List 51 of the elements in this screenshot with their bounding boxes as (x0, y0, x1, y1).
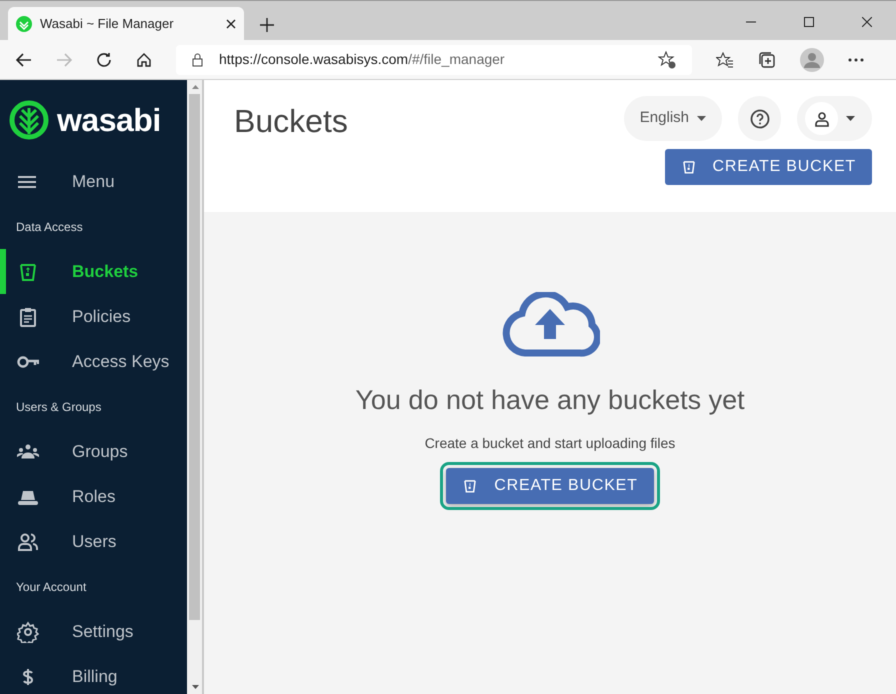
page-title: Buckets (234, 102, 348, 140)
create-bucket-button[interactable]: CREATE BUCKET (446, 468, 654, 504)
new-tab-icon[interactable] (260, 18, 274, 32)
url-host: https://console.wasabisys.com (219, 51, 408, 67)
bucket-icon (680, 158, 697, 176)
sidebar-item[interactable]: Roles (0, 474, 187, 519)
sidebar-item[interactable]: Buckets (0, 249, 187, 294)
create-bucket-button[interactable]: CREATE BUCKET (664, 149, 872, 185)
home-icon[interactable] (136, 52, 152, 68)
close-tab-icon[interactable] (226, 18, 236, 28)
add-favorite-icon[interactable] (658, 50, 676, 68)
section-heading: Data Access (15, 218, 84, 236)
menu-toggle[interactable]: Menu (0, 160, 187, 204)
close-window-icon[interactable] (862, 17, 872, 27)
sidebar-item[interactable]: Policies (0, 294, 187, 339)
empty-state-text: Create a bucket and start uploading files (424, 434, 676, 453)
url-path: /#/file_manager (408, 51, 505, 67)
clipboard-icon (17, 306, 39, 328)
logo-icon (9, 100, 49, 140)
empty-state-heading: You do not have any buckets yet (355, 384, 745, 417)
user-icon (814, 110, 830, 126)
logo-text: wasabi (57, 101, 161, 140)
section-heading: Your Account (15, 578, 88, 596)
caret-icon (846, 116, 855, 121)
favorites-icon[interactable] (716, 52, 734, 68)
collections-icon[interactable] (758, 50, 776, 68)
maximize-icon[interactable] (804, 17, 814, 27)
language-dropdown[interactable]: English (624, 96, 722, 141)
refresh-icon[interactable] (96, 52, 112, 68)
users-icon (17, 530, 39, 552)
gear-icon (17, 620, 39, 642)
address-bar[interactable]: https://console.wasabisys.com/#/file_manager (176, 44, 692, 74)
account-dropdown[interactable] (797, 96, 872, 141)
more-icon[interactable] (848, 58, 864, 62)
help-button[interactable] (738, 96, 781, 141)
profile-icon[interactable] (800, 48, 824, 72)
sidebar-item[interactable]: Groups (0, 429, 187, 474)
lock-icon (192, 52, 203, 66)
menu-label: Menu (72, 171, 115, 194)
sidebar-item[interactable]: Settings (0, 609, 187, 654)
caret-icon (697, 116, 706, 121)
menu-icon (18, 176, 36, 188)
sidebar-item[interactable]: Billing (0, 654, 187, 694)
help-icon (750, 108, 770, 128)
sidebar-item[interactable]: Users (0, 519, 187, 564)
back-icon[interactable] (16, 52, 32, 66)
sidebar-item[interactable]: Access Keys (0, 339, 187, 384)
scrollbar-thumb[interactable] (189, 94, 200, 620)
cloud-upload-icon (500, 292, 600, 358)
site-logo-icon (16, 16, 32, 32)
section-heading: Users & Groups (15, 398, 102, 416)
